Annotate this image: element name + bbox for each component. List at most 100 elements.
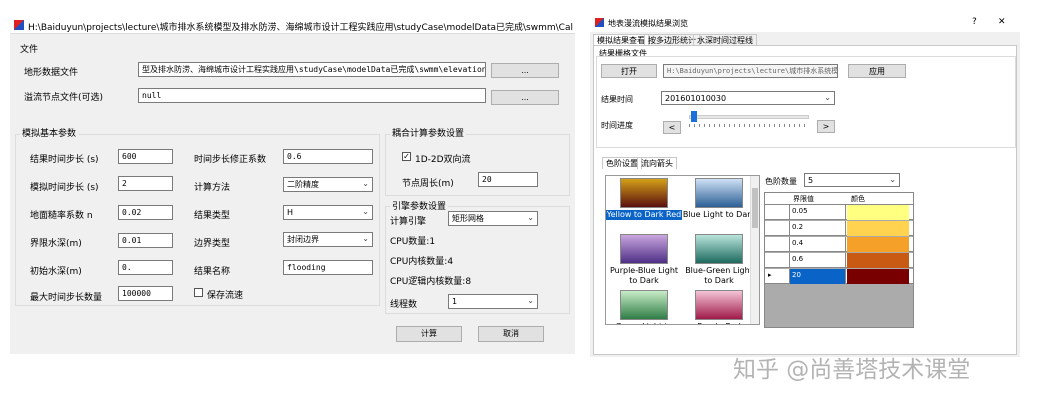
window-title: H:\Baiduyun\projects\lecture\城市排水系统模型及排水… xyxy=(28,23,573,33)
threads-label: 线程数 xyxy=(390,300,418,310)
table-row[interactable]: 0.4 xyxy=(765,237,913,252)
result-time-select[interactable]: 201601010030 ⌄ xyxy=(661,91,835,105)
color-levels-value: 5 xyxy=(808,176,814,185)
perimeter-input[interactable]: 20 xyxy=(478,172,538,187)
result-time-label: 结果时间 xyxy=(601,95,633,104)
table-row[interactable]: 0.2 xyxy=(765,221,913,236)
threshold-depth-input[interactable]: 0.01 xyxy=(118,233,173,248)
title-bar: 地表漫流模拟结果浏览 ? ✕ xyxy=(590,12,1020,32)
row-threshold[interactable]: 0.4 xyxy=(789,237,846,252)
method-select[interactable]: 二阶精度 ⌄ xyxy=(283,177,373,192)
sim-step-input[interactable]: 2 xyxy=(118,176,173,191)
time-progress-label: 时间进度 xyxy=(601,121,633,130)
result-name-label: 结果名称 xyxy=(194,267,231,277)
terrain-file-label: 地形数据文件 xyxy=(24,68,79,78)
result-step-label: 结果时间步长 (s) xyxy=(30,155,99,165)
threads-select[interactable]: 1 ⌄ xyxy=(448,294,538,309)
engine-select[interactable]: 矩形网格 ⌄ xyxy=(448,211,538,226)
colormap-swatch xyxy=(620,290,668,320)
method-label: 计算方法 xyxy=(194,183,231,193)
result-type-select[interactable]: H ⌄ xyxy=(283,205,373,220)
engine-label: 计算引擎 xyxy=(390,217,427,227)
row-threshold[interactable]: 0.2 xyxy=(789,221,846,236)
colormap-label: Purple-Red xyxy=(681,322,757,324)
row-threshold[interactable]: 0.05 xyxy=(789,205,846,220)
row-color-swatch[interactable] xyxy=(847,269,909,284)
next-step-button[interactable]: > xyxy=(817,120,835,133)
table-row[interactable]: 0.05 xyxy=(765,205,913,220)
colormap-swatch xyxy=(620,178,668,208)
roughness-input[interactable]: 0.02 xyxy=(118,205,173,220)
threshold-depth-label: 界限水深(m) xyxy=(30,239,82,249)
result-type-value: H xyxy=(287,208,294,217)
file-group-label: 文件 xyxy=(20,45,39,55)
result-name-input[interactable]: flooding xyxy=(283,260,373,275)
tab-color-scale[interactable]: 色阶设置 xyxy=(602,157,642,169)
scrollbar-thumb[interactable] xyxy=(752,188,758,228)
apply-button[interactable]: 应用 xyxy=(848,64,906,78)
colormap-label: Yellow to Dark Red xyxy=(606,210,682,220)
colormap-item[interactable]: Blue-Green Light to Dark xyxy=(681,232,757,288)
colormap-label: Blue-Green Light to Dark xyxy=(685,266,753,285)
header-color: 颜色 xyxy=(851,195,865,203)
tab-flow-arrows[interactable]: 流向箭头 xyxy=(637,157,677,169)
list-scrollbar[interactable] xyxy=(750,176,759,324)
row-threshold[interactable]: 20 xyxy=(789,269,846,284)
row-color-swatch[interactable] xyxy=(847,205,909,220)
overflow-browse-button[interactable]: ... xyxy=(491,90,559,105)
step-factor-label: 时间步长修正系数 xyxy=(194,155,267,165)
terrain-browse-button[interactable]: ... xyxy=(491,63,559,78)
roughness-label: 地面糙率系数 n xyxy=(30,211,93,221)
cancel-button[interactable]: 取消 xyxy=(478,326,544,342)
color-levels-select[interactable]: 5 ⌄ xyxy=(804,173,900,187)
colormap-swatch xyxy=(695,178,743,208)
close-icon[interactable]: ✕ xyxy=(998,17,1006,27)
terrain-file-input[interactable]: 型及排水防涝、海绵城市设计工程实践应用\studyCase\modelData已… xyxy=(138,62,486,77)
save-velocity-checkbox[interactable] xyxy=(194,288,203,297)
row-color-swatch[interactable] xyxy=(847,253,909,268)
window-title: 地表漫流模拟结果浏览 xyxy=(608,19,688,28)
chevron-down-icon: ⌄ xyxy=(889,175,896,184)
threads-value: 1 xyxy=(452,297,458,306)
initial-depth-input[interactable]: 0. xyxy=(118,260,173,275)
result-browser-dialog: 地表漫流模拟结果浏览 ? ✕ 模拟结果查看 按多边形统计 水深时间过程线 结果栅… xyxy=(590,12,1020,357)
table-rows: 0.05 0.2 0.4 0.6 ▸ 20 xyxy=(765,205,913,285)
result-path-input[interactable]: H:\Baiduyun\projects\lecture\城市排水系统模型及排 xyxy=(663,64,838,78)
bidirectional-checkbox[interactable]: ✓ xyxy=(402,152,411,161)
help-button[interactable]: ? xyxy=(972,17,977,27)
overflow-file-input[interactable]: null xyxy=(138,88,486,103)
row-threshold[interactable]: 0.6 xyxy=(789,253,846,268)
time-slider-thumb[interactable] xyxy=(691,111,698,122)
row-color-swatch[interactable] xyxy=(847,221,909,236)
color-levels-label: 色阶数量 xyxy=(765,177,797,186)
method-value: 二阶精度 xyxy=(287,180,319,189)
table-row[interactable]: ▸ 20 xyxy=(765,269,913,284)
colormap-list: Yellow to Dark Red Blue Light to Dark Purp… xyxy=(605,175,760,325)
table-row[interactable]: 0.6 xyxy=(765,253,913,268)
colormap-item[interactable]: Yellow to Dark Red xyxy=(606,176,682,232)
watermark: 知乎 @尚善塔技术课堂 xyxy=(733,357,971,383)
colormap-item[interactable]: Blue Light to Dark xyxy=(681,176,757,232)
colormap-item[interactable]: Purple-Blue Light to Dark xyxy=(606,232,682,288)
chevron-down-icon: ⌄ xyxy=(362,179,369,188)
boundary-type-select[interactable]: 封闭边界 ⌄ xyxy=(283,232,373,247)
result-step-input[interactable]: 600 xyxy=(118,149,173,164)
max-steps-input[interactable]: 100000 xyxy=(118,286,173,301)
result-type-label: 结果类型 xyxy=(194,211,231,221)
open-button[interactable]: 打开 xyxy=(601,64,657,78)
prev-step-button[interactable]: < xyxy=(663,121,681,134)
app-icon xyxy=(14,20,24,30)
colormap-item[interactable]: Purple-Red xyxy=(681,288,757,324)
colormap-swatch xyxy=(695,234,743,264)
color-table: 界限值 颜色 0.05 0.2 0.4 0.6 ▸ 20 xyxy=(764,192,914,328)
step-factor-input[interactable]: 0.6 xyxy=(283,149,373,164)
engine-title: 引擎参数设置 xyxy=(390,199,449,212)
header-threshold: 界限值 xyxy=(793,195,814,203)
colormap-label: Green Light to xyxy=(606,322,682,324)
colormap-item[interactable]: Green Light to xyxy=(606,288,682,324)
table-header: 界限值 颜色 xyxy=(765,193,913,205)
row-color-swatch[interactable] xyxy=(847,237,909,252)
compute-button[interactable]: 计算 xyxy=(396,326,462,342)
time-slider-track[interactable] xyxy=(689,115,809,119)
max-steps-label: 最大时间步长数量 xyxy=(30,293,103,303)
